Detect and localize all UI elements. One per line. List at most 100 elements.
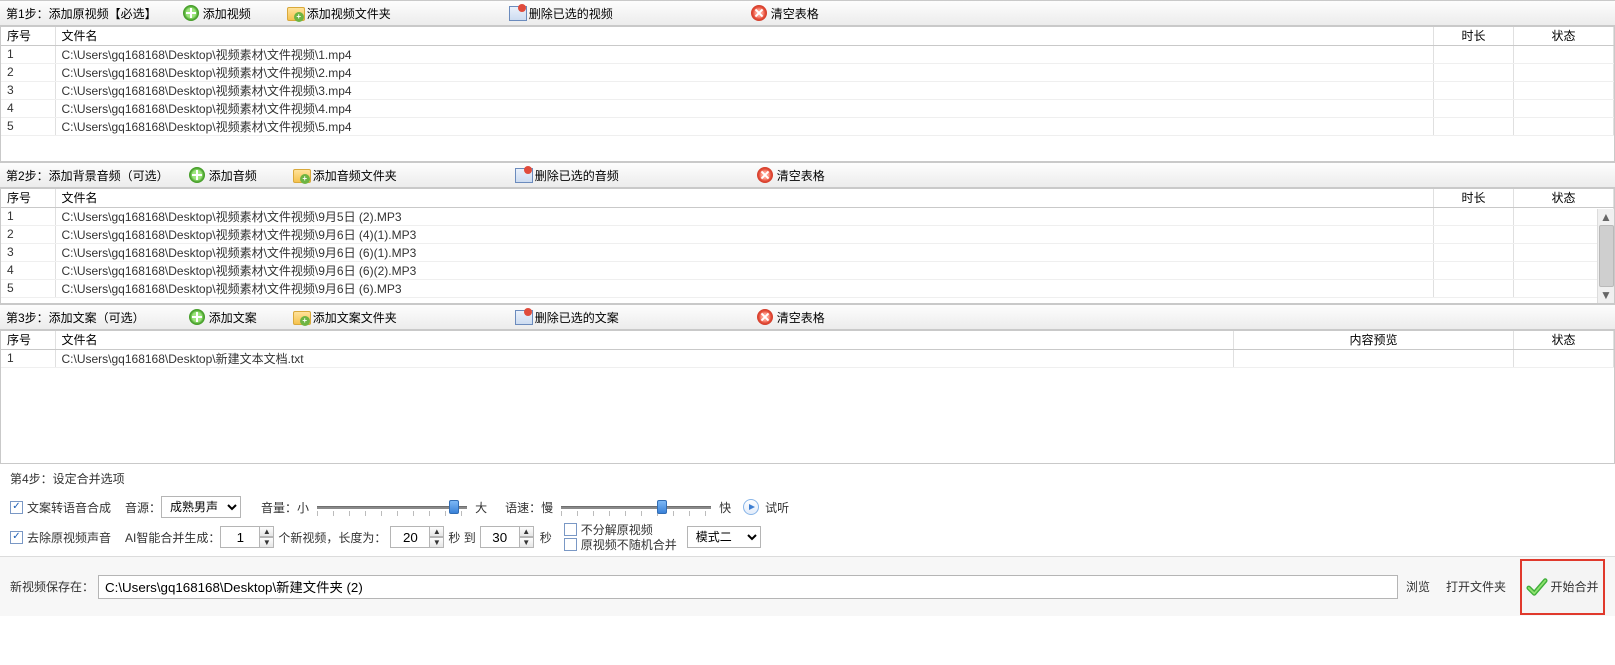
spin-down-icon[interactable]: ▼ xyxy=(519,537,534,548)
browse-button[interactable]: 浏览 xyxy=(1406,578,1430,595)
th-stat[interactable]: 状态 xyxy=(1514,189,1614,207)
th-seq[interactable]: 序号 xyxy=(1,331,55,349)
cell: 3 xyxy=(1,81,55,99)
cell xyxy=(1434,45,1514,63)
spin-up-icon[interactable]: ▲ xyxy=(259,526,274,537)
step2-toolbar: 第2步：添加背景音频（可选） 添加音频 添加音频文件夹 删除已选的音频 清空表格 xyxy=(0,162,1615,188)
spin-down-icon[interactable]: ▼ xyxy=(429,537,444,548)
th-seq[interactable]: 序号 xyxy=(1,189,55,207)
table-row[interactable]: 1C:\Users\gq168168\Desktop\视频素材\文件视频\1.m… xyxy=(1,45,1614,63)
delete-icon xyxy=(509,5,525,21)
th-dur[interactable]: 时长 xyxy=(1434,27,1514,45)
spin-down-icon[interactable]: ▼ xyxy=(259,537,274,548)
volume-thumb[interactable] xyxy=(449,500,459,514)
table-row[interactable]: 5C:\Users\gq168168\Desktop\视频素材\文件视频\9月6… xyxy=(1,279,1614,297)
no-shuffle-label: 原视频不随机合并 xyxy=(581,536,677,553)
spin-up-icon[interactable]: ▲ xyxy=(519,526,534,537)
th-stat[interactable]: 状态 xyxy=(1514,331,1614,349)
cell xyxy=(1434,99,1514,117)
video-table[interactable]: 序号 文件名 时长 状态 1C:\Users\gq168168\Desktop\… xyxy=(0,26,1615,162)
check-icon xyxy=(1526,576,1548,598)
step1-toolbar: 第1步：添加原视频【必选】 添加视频 添加视频文件夹 删除已选的视频 清空表格 xyxy=(0,0,1615,26)
step2-section: 第2步：添加背景音频（可选） 添加音频 添加音频文件夹 删除已选的音频 清空表格… xyxy=(0,162,1615,304)
play-icon[interactable] xyxy=(743,499,759,515)
add-script-folder-button[interactable]: 添加文案文件夹 xyxy=(289,306,401,328)
table-row[interactable]: 2C:\Users\gq168168\Desktop\视频素材\文件视频\9月6… xyxy=(1,225,1614,243)
scroll-thumb[interactable] xyxy=(1599,225,1614,287)
step2-label: 第2步：添加背景音频（可选） xyxy=(6,167,169,184)
table-row[interactable]: 4C:\Users\gq168168\Desktop\视频素材\文件视频\4.m… xyxy=(1,99,1614,117)
table-row[interactable]: 1C:\Users\gq168168\Desktop\新建文本文档.txt xyxy=(1,349,1614,367)
plus-icon xyxy=(183,5,199,21)
cell: C:\Users\gq168168\Desktop\视频素材\文件视频\9月6日… xyxy=(55,225,1434,243)
th-dur[interactable]: 时长 xyxy=(1434,189,1514,207)
scroll-down-icon[interactable]: ▼ xyxy=(1599,287,1614,303)
clear-video-button[interactable]: 清空表格 xyxy=(747,2,823,24)
th-stat[interactable]: 状态 xyxy=(1514,27,1614,45)
cell: 4 xyxy=(1,261,55,279)
table-row[interactable]: 3C:\Users\gq168168\Desktop\视频素材\文件视频\3.m… xyxy=(1,81,1614,99)
save-path-input[interactable] xyxy=(98,575,1398,599)
th-name[interactable]: 文件名 xyxy=(55,27,1434,45)
ai-count-input[interactable] xyxy=(220,526,260,548)
cell: C:\Users\gq168168\Desktop\视频素材\文件视频\3.mp… xyxy=(55,81,1434,99)
audio-scrollbar[interactable]: ▲ ▼ xyxy=(1597,209,1614,303)
th-prev[interactable]: 内容预览 xyxy=(1234,331,1514,349)
th-seq[interactable]: 序号 xyxy=(1,27,55,45)
cell xyxy=(1234,349,1514,367)
sec-from-stepper[interactable]: ▲▼ xyxy=(390,526,444,548)
open-folder-button[interactable]: 打开文件夹 xyxy=(1446,578,1506,595)
add-audio-button[interactable]: 添加音频 xyxy=(185,164,261,186)
speed-thumb[interactable] xyxy=(657,500,667,514)
clear-script-button[interactable]: 清空表格 xyxy=(753,306,829,328)
clear-icon xyxy=(751,5,767,21)
step3-label: 第3步：添加文案（可选） xyxy=(6,309,145,326)
voice-select[interactable]: 成熟男声 xyxy=(161,496,241,518)
scroll-up-icon[interactable]: ▲ xyxy=(1599,209,1614,225)
table-row[interactable]: 2C:\Users\gq168168\Desktop\视频素材\文件视频\2.m… xyxy=(1,63,1614,81)
table-row[interactable]: 4C:\Users\gq168168\Desktop\视频素材\文件视频\9月6… xyxy=(1,261,1614,279)
volume-slider[interactable] xyxy=(317,498,467,516)
delete-video-button[interactable]: 删除已选的视频 xyxy=(505,2,617,24)
script-table[interactable]: 序号 文件名 内容预览 状态 1C:\Users\gq168168\Deskto… xyxy=(0,330,1615,464)
sec-to-input[interactable] xyxy=(480,526,520,548)
add-video-folder-label: 添加视频文件夹 xyxy=(307,5,391,22)
cell xyxy=(1434,279,1514,297)
step1-section: 第1步：添加原视频【必选】 添加视频 添加视频文件夹 删除已选的视频 清空表格 … xyxy=(0,0,1615,162)
mode-select[interactable]: 模式二 xyxy=(687,526,761,548)
no-split-checkbox[interactable] xyxy=(564,523,577,536)
cell xyxy=(1514,63,1614,81)
delete-script-button[interactable]: 删除已选的文案 xyxy=(511,306,623,328)
add-audio-folder-button[interactable]: 添加音频文件夹 xyxy=(289,164,401,186)
delete-audio-button[interactable]: 删除已选的音频 xyxy=(511,164,623,186)
clear-icon xyxy=(757,309,773,325)
table-row[interactable]: 1C:\Users\gq168168\Desktop\视频素材\文件视频\9月5… xyxy=(1,207,1614,225)
cell xyxy=(1514,349,1614,367)
audio-table[interactable]: 序号 文件名 时长 状态 1C:\Users\gq168168\Desktop\… xyxy=(0,188,1615,304)
th-name[interactable]: 文件名 xyxy=(55,331,1234,349)
plus-icon xyxy=(189,309,205,325)
th-name[interactable]: 文件名 xyxy=(55,189,1434,207)
cell: C:\Users\gq168168\Desktop\视频素材\文件视频\9月6日… xyxy=(55,261,1434,279)
table-row[interactable]: 5C:\Users\gq168168\Desktop\视频素材\文件视频\5.m… xyxy=(1,117,1614,135)
cell: 2 xyxy=(1,63,55,81)
tts-checkbox[interactable] xyxy=(10,501,23,514)
table-row[interactable]: 3C:\Users\gq168168\Desktop\视频素材\文件视频\9月6… xyxy=(1,243,1614,261)
sec-to-stepper[interactable]: ▲▼ xyxy=(480,526,534,548)
spin-up-icon[interactable]: ▲ xyxy=(429,526,444,537)
clear-audio-button[interactable]: 清空表格 xyxy=(753,164,829,186)
add-video-folder-button[interactable]: 添加视频文件夹 xyxy=(283,2,395,24)
add-video-label: 添加视频 xyxy=(203,5,251,22)
sec-from-input[interactable] xyxy=(390,526,430,548)
cell: 3 xyxy=(1,243,55,261)
add-script-button[interactable]: 添加文案 xyxy=(185,306,261,328)
no-shuffle-checkbox[interactable] xyxy=(564,538,577,551)
ai-count-stepper[interactable]: ▲▼ xyxy=(220,526,274,548)
cell xyxy=(1434,63,1514,81)
folder-add-icon xyxy=(287,5,303,21)
add-video-button[interactable]: 添加视频 xyxy=(179,2,255,24)
start-merge-button[interactable]: 开始合并 xyxy=(1520,559,1605,615)
speed-slider[interactable] xyxy=(561,498,711,516)
preview-label[interactable]: 试听 xyxy=(765,499,789,516)
strip-audio-checkbox[interactable] xyxy=(10,531,23,544)
